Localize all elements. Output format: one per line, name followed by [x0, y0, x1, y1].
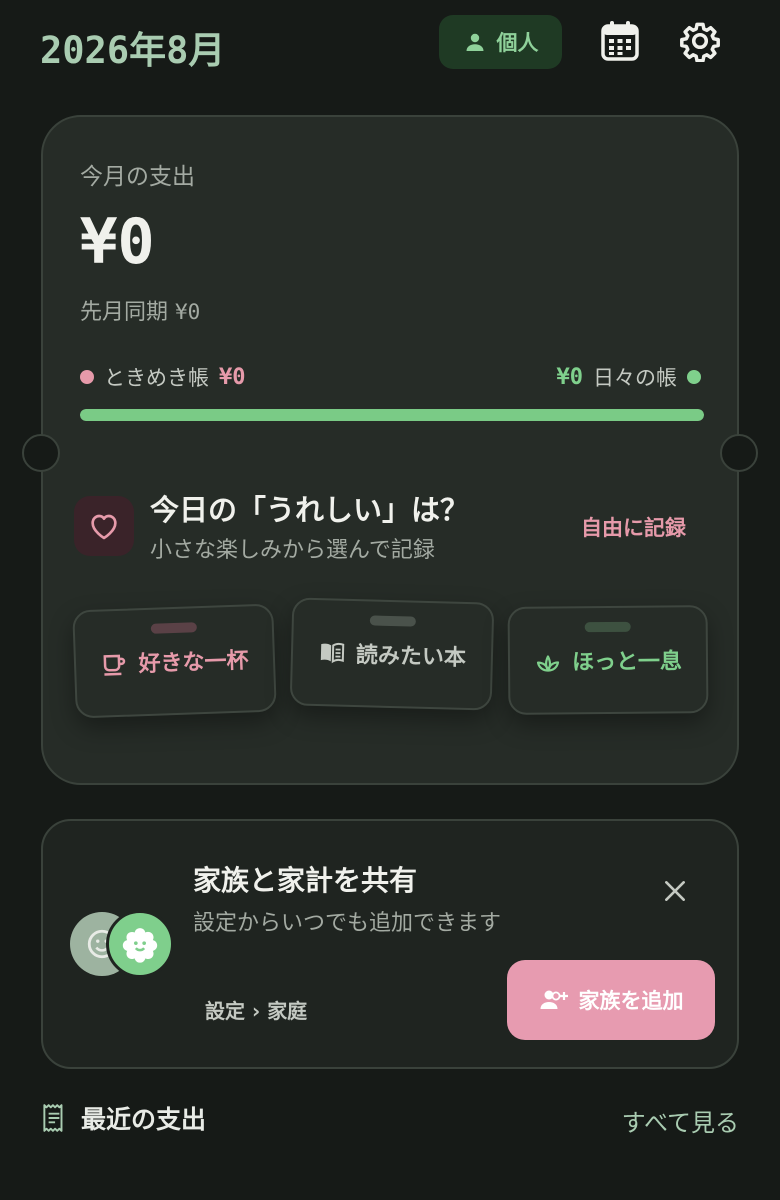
- family-share-title: 家族と家計を共有: [193, 864, 418, 897]
- green-dot-icon: [687, 370, 701, 384]
- chip-tab: [369, 615, 416, 627]
- chip-label: 好きな一杯: [138, 648, 249, 678]
- personal-mode-button[interactable]: 個人: [439, 15, 562, 69]
- ticket-notch-right: [720, 434, 758, 472]
- receipt-icon: [43, 1104, 63, 1132]
- joy-prompt-title: 今日の「うれしい」は？: [150, 493, 470, 527]
- family-share-description: 設定からいつでも追加できます: [193, 911, 502, 936]
- chip-tab: [150, 622, 197, 634]
- calendar-icon: [601, 21, 639, 61]
- pink-dot-icon: [80, 370, 94, 384]
- tokimeki-ledger: ときめき帳 ¥0: [80, 362, 246, 392]
- person-icon: [466, 33, 483, 51]
- last-month-value: ¥0: [175, 300, 201, 324]
- ledger-split-row: ときめき帳 ¥0 ¥0 日々の帳: [80, 361, 701, 393]
- sprout-icon: [536, 655, 560, 672]
- chevron-right-icon: ›: [251, 999, 261, 1023]
- daily-ledger: ¥0 日々の帳: [556, 362, 701, 392]
- add-person-icon: [540, 990, 568, 1009]
- app-header: 2026年8月 個人: [0, 0, 780, 86]
- cup-icon: [103, 654, 126, 676]
- calendar-button[interactable]: [597, 18, 643, 64]
- month-title[interactable]: 2026年8月: [40, 20, 225, 74]
- monthly-spend-amount: ¥0: [80, 205, 155, 278]
- add-family-button[interactable]: 家族を追加: [507, 960, 715, 1040]
- recent-title-text: 最近の支出: [81, 1105, 207, 1134]
- ticket-notch-left: [22, 434, 60, 472]
- settings-button[interactable]: [676, 17, 724, 65]
- joy-prompt-subtitle: 小さな楽しみから選んで記録: [150, 538, 435, 563]
- recent-expenses-header: 最近の支出 すべて見る: [41, 1100, 739, 1140]
- monthly-spend-label: 今月の支出: [80, 164, 195, 190]
- add-family-label: 家族を追加: [578, 989, 684, 1013]
- heart-icon: [91, 514, 117, 540]
- joy-chip-favorite-drink[interactable]: 好きな一杯: [72, 603, 277, 719]
- heart-badge: [74, 496, 134, 556]
- joy-chip-book[interactable]: 読みたい本: [289, 597, 495, 711]
- free-record-link[interactable]: 自由に記録: [581, 512, 686, 542]
- daily-ledger-value: ¥0: [556, 364, 584, 390]
- close-icon: [665, 881, 685, 901]
- chip-tab: [584, 621, 631, 633]
- dismiss-button[interactable]: [655, 871, 695, 911]
- tokimeki-ledger-name: ときめき帳: [104, 366, 209, 390]
- settings-breadcrumb[interactable]: 設定 › 家庭: [205, 995, 307, 1024]
- avatar: [106, 910, 174, 978]
- ledger-ratio-bar: [80, 409, 704, 421]
- last-month-comparison: 先月同期 ¥0: [80, 294, 200, 326]
- breadcrumb-settings: 設定: [205, 999, 245, 1023]
- chip-label: 読みたい本: [355, 643, 467, 671]
- book-icon: [320, 642, 345, 664]
- see-all-link[interactable]: すべて見る: [622, 1103, 739, 1138]
- monthly-summary-card: 今月の支出 ¥0 先月同期 ¥0 ときめき帳 ¥0 ¥0 日々の帳 今日の「うれ…: [22, 115, 758, 785]
- joy-chip-break[interactable]: ほっと一息: [507, 605, 709, 715]
- tokimeki-ledger-value: ¥0: [219, 364, 246, 390]
- ledger-ratio-fill: [80, 409, 704, 421]
- breadcrumb-household: 家庭: [267, 999, 308, 1023]
- recent-expenses-title: 最近の支出: [41, 1100, 206, 1136]
- daily-ledger-name: 日々の帳: [593, 366, 677, 390]
- family-share-card: 家族と家計を共有 設定からいつでも追加できます 設定 › 家庭 家族を追加: [41, 819, 739, 1069]
- flower-face-icon: [122, 928, 158, 963]
- gear-icon: [680, 22, 720, 62]
- chip-label: ほっと一息: [571, 649, 683, 676]
- last-month-label: 先月同期: [80, 300, 169, 325]
- mode-label: 個人: [496, 31, 539, 55]
